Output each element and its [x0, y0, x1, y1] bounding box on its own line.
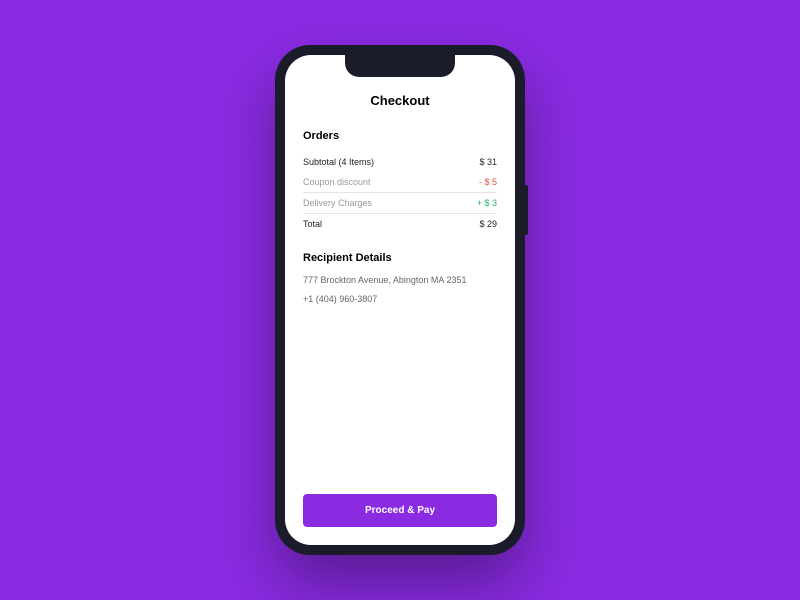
recipient-address: 777 Brockton Avenue, Abington MA 2351: [303, 274, 497, 287]
order-label: Subtotal (4 Items): [303, 157, 374, 167]
order-value: $ 29: [479, 219, 497, 229]
recipient-phone: +1 (404) 960-3807: [303, 293, 497, 306]
order-label: Coupon discount: [303, 177, 371, 187]
phone-side-button: [525, 185, 528, 235]
recipient-section: Recipient Details 777 Brockton Avenue, A…: [303, 252, 497, 311]
page-title: Checkout: [303, 93, 497, 108]
order-label: Total: [303, 219, 322, 229]
order-row-delivery: Delivery Charges + $ 3: [303, 193, 497, 214]
order-row-subtotal: Subtotal (4 Items) $ 31: [303, 152, 497, 172]
phone-screen: Checkout Orders Subtotal (4 Items) $ 31 …: [285, 55, 515, 545]
order-row-coupon: Coupon discount - $ 5: [303, 172, 497, 193]
phone-notch: [345, 55, 455, 77]
order-label: Delivery Charges: [303, 198, 372, 208]
phone-frame: Checkout Orders Subtotal (4 Items) $ 31 …: [275, 45, 525, 555]
checkout-content: Checkout Orders Subtotal (4 Items) $ 31 …: [285, 55, 515, 545]
recipient-section-title: Recipient Details: [303, 252, 497, 264]
proceed-pay-button[interactable]: Proceed & Pay: [303, 494, 497, 527]
orders-section: Orders Subtotal (4 Items) $ 31 Coupon di…: [303, 130, 497, 234]
order-value: $ 31: [479, 157, 497, 167]
order-row-total: Total $ 29: [303, 214, 497, 234]
order-value: + $ 3: [477, 198, 497, 208]
spacer: [303, 311, 497, 494]
order-value: - $ 5: [479, 177, 497, 187]
orders-section-title: Orders: [303, 130, 497, 142]
